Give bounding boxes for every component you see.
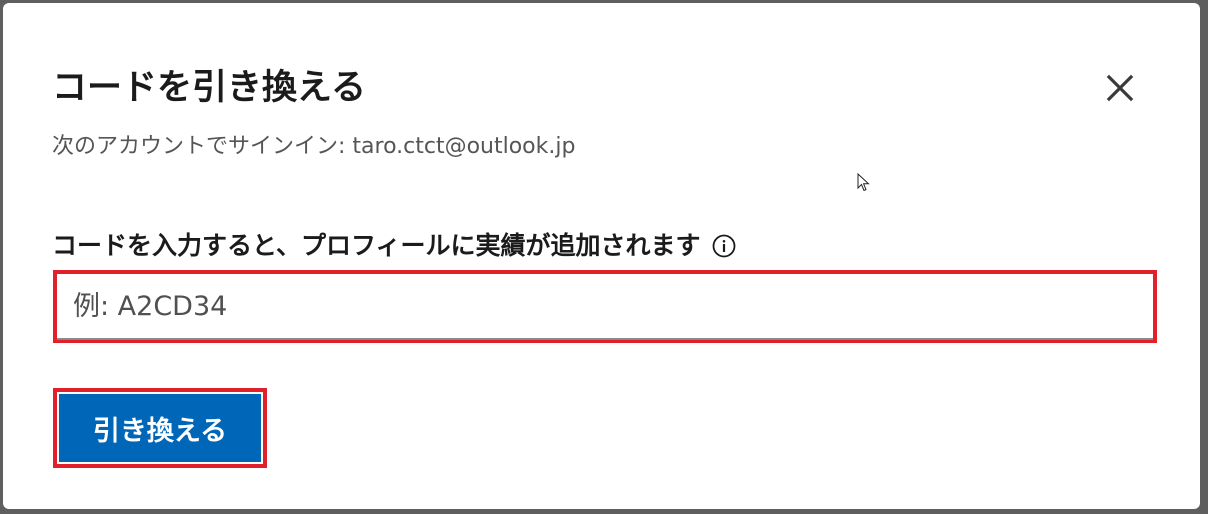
- redeem-code-dialog: コードを引き換える 次のアカウントでサインイン: taro.ctct@outlo…: [3, 3, 1200, 509]
- close-icon: [1106, 74, 1134, 102]
- code-field-label: コードを入力すると、プロフィールに実績が追加されます: [52, 228, 737, 264]
- dialog-title: コードを引き換える: [52, 68, 366, 108]
- mouse-pointer-icon: [857, 173, 870, 192]
- code-input-container: [53, 270, 1157, 343]
- close-button[interactable]: [1097, 65, 1143, 111]
- redeem-button-highlight: 引き換える: [53, 388, 267, 468]
- info-icon[interactable]: [711, 233, 737, 259]
- redeem-button[interactable]: 引き換える: [59, 394, 261, 462]
- signed-in-account-text: 次のアカウントでサインイン: taro.ctct@outlook.jp: [52, 134, 576, 159]
- code-input[interactable]: [57, 274, 1153, 339]
- code-field-label-text: コードを入力すると、プロフィールに実績が追加されます: [52, 231, 701, 260]
